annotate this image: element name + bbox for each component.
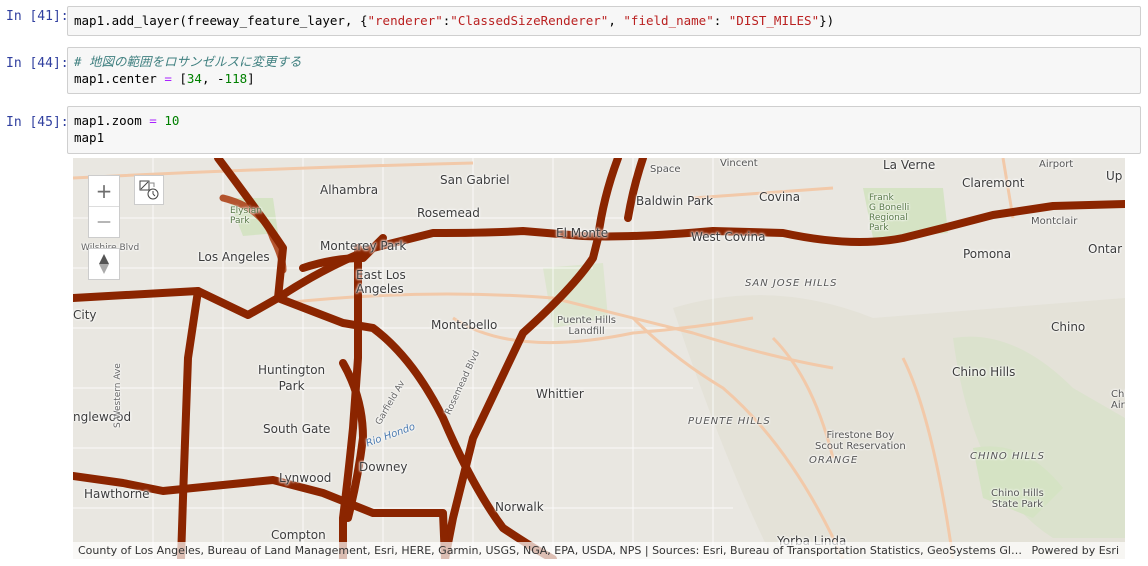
map-label-la-verne: La Verne <box>883 158 936 172</box>
map-label-firestone: Firestone Boy Scout Reservation <box>815 430 906 452</box>
code-text: ] <box>247 71 255 86</box>
map-label-huntington-park: Huntington Park <box>258 363 326 393</box>
code-text: map1 <box>74 130 105 145</box>
map-label-upland: Up <box>1106 169 1123 183</box>
map-label-chino-hills-area: CHINO HILLS <box>970 451 1045 462</box>
map-label-east-la: East Los Angeles <box>356 268 406 296</box>
code-input[interactable]: # 地図の範囲をロサンゼルスに変更する map1.center = [34, -… <box>67 47 1141 94</box>
map-label-baldwin-park: Baldwin Park <box>636 194 714 208</box>
zoom-in-button[interactable]: + <box>89 176 119 206</box>
map-label-vincent: Vincent <box>720 158 758 169</box>
map-label-hawthorne: Hawthorne <box>84 487 150 501</box>
map-label-space: Space <box>650 164 681 175</box>
code-number: 34 <box>186 71 202 86</box>
code-token: "renderer" <box>367 13 443 28</box>
sketch-tool-button[interactable] <box>134 175 164 205</box>
map-label-montclair: Montclair <box>1031 216 1078 227</box>
map-label-lynwood: Lynwood <box>279 471 332 485</box>
code-input[interactable]: map1.add_layer(freeway_feature_layer, {"… <box>67 6 1141 36</box>
code-comment: # 地図の範囲をロサンゼルスに変更する <box>74 54 302 69</box>
code-input[interactable]: map1.zoom = 10 map1 <box>67 106 1141 154</box>
map-label-west-covina: West Covina <box>691 230 766 244</box>
code-text: map1.zoom <box>74 113 150 128</box>
cell-prompt: In [44]: <box>6 56 69 71</box>
map-label-alhambra: Alhambra <box>320 183 379 197</box>
code-token: "ClassedSizeRenderer" <box>450 13 609 28</box>
map-label-los-angeles: Los Angeles <box>198 250 270 264</box>
powered-by-esri[interactable]: Powered by Esri <box>1031 544 1119 557</box>
map-label-puente-hills: PUENTE HILLS <box>688 416 771 427</box>
compass-button[interactable] <box>88 248 120 280</box>
code-token: "field_name" <box>623 13 714 28</box>
map-label-el-monte: El Monte <box>556 226 609 240</box>
cell-prompt: In [45]: <box>6 115 69 130</box>
attribution-text: County of Los Angeles, Bureau of Land Ma… <box>78 544 1028 557</box>
map-label-frank-bonelli: Frank G Bonelli Regional Park <box>869 193 910 233</box>
map-label-elysian-park: Elysian Park <box>230 206 262 226</box>
map-label-montebello: Montebello <box>431 318 498 332</box>
map-attribution: County of Los Angeles, Bureau of Land Ma… <box>73 542 1125 559</box>
map-label-city: City <box>73 308 97 322</box>
map-label-ontario: Ontar <box>1088 242 1123 256</box>
compass-icon <box>99 254 109 274</box>
map-label-orange: ORANGE <box>809 455 859 466</box>
code-operator: = <box>164 71 172 86</box>
code-text: , - <box>201 71 225 86</box>
map-label-san-jose-hills: SAN JOSE HILLS <box>745 278 838 289</box>
code-operator: = <box>149 113 157 128</box>
map-label-chino-hills: Chino Hills <box>952 365 1016 379</box>
map-label-rosemead: Rosemead <box>417 206 480 220</box>
map-label-norwalk: Norwalk <box>495 500 544 514</box>
map-label-chino-hills-sp: Chino Hills State Park <box>991 488 1044 510</box>
code-text: map1.center <box>74 71 165 86</box>
map-label-pomona: Pomona <box>963 247 1012 261</box>
map-label-covina: Covina <box>759 190 801 204</box>
code-token: map1.add_layer(freeway_feature_layer, { <box>74 13 368 28</box>
map-label-compton: Compton <box>271 528 326 542</box>
zoom-control: + — <box>88 175 120 238</box>
layer-edit-icon <box>139 180 159 200</box>
map-label-whittier: Whittier <box>536 387 584 401</box>
map-widget[interactable]: Alhambra San Gabriel Vincent Space La Ve… <box>73 158 1125 559</box>
map-label-claremont: Claremont <box>962 176 1025 190</box>
map-label-san-gabriel: San Gabriel <box>440 173 510 187</box>
map-label-chi-air: Chi Air <box>1111 389 1125 411</box>
code-number: 10 <box>156 113 180 128</box>
zoom-out-button[interactable]: — <box>89 207 119 237</box>
code-token: }) <box>819 13 835 28</box>
map-label-south-gate: South Gate <box>263 422 331 436</box>
code-token: "DIST_MILES" <box>728 13 820 28</box>
map-label-monterey-park: Monterey Park <box>320 239 407 253</box>
map-label-chino: Chino <box>1051 320 1086 334</box>
code-token: , <box>608 13 624 28</box>
map-label-s-western: S Western Ave <box>113 363 123 428</box>
code-text: [ <box>171 71 187 86</box>
map-label-puente-landfill: Puente Hills Landfill <box>557 315 616 337</box>
cell-prompt: In [41]: <box>6 9 69 24</box>
map-label-downey: Downey <box>359 460 408 474</box>
code-number: 118 <box>224 71 248 86</box>
map-label-airport: Airport <box>1039 159 1074 170</box>
code-token: : <box>713 13 729 28</box>
